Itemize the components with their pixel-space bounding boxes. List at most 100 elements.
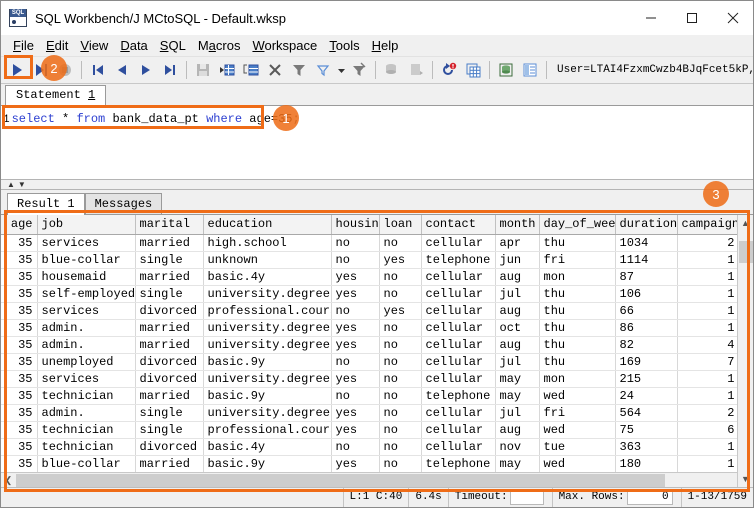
cell-loan[interactable]: no	[379, 353, 422, 371]
cell-marital[interactable]: married	[135, 319, 204, 337]
cell-loan[interactable]: no	[379, 455, 422, 472]
funnel-outline-icon[interactable]	[311, 59, 335, 82]
cell-job[interactable]: admin.	[37, 404, 136, 422]
cell-education[interactable]: high.school	[203, 234, 332, 252]
tab-result-1[interactable]: Result 1	[7, 193, 85, 215]
cell-campaign[interactable]: 1	[677, 302, 737, 320]
cell-age[interactable]: 35	[1, 387, 38, 405]
cell-day_of_week[interactable]: thu	[539, 234, 616, 252]
cell-education[interactable]: professional.course	[203, 302, 332, 320]
cell-day_of_week[interactable]: wed	[539, 421, 616, 439]
cell-contact[interactable]: cellular	[421, 319, 496, 337]
cell-age[interactable]: 35	[1, 234, 38, 252]
sql-editor-line[interactable]: 1 select * from bank_data_pt where age=3…	[3, 112, 300, 126]
table-grid-icon[interactable]	[461, 59, 485, 82]
cell-duration[interactable]: 215	[615, 370, 678, 388]
cell-contact[interactable]: telephone	[421, 455, 496, 472]
reconnect-alert-icon[interactable]	[437, 59, 461, 82]
cell-day_of_week[interactable]: tue	[539, 438, 616, 456]
cell-day_of_week[interactable]: thu	[539, 302, 616, 320]
cell-campaign[interactable]: 1	[677, 251, 737, 269]
cell-loan[interactable]: yes	[379, 302, 422, 320]
cell-campaign[interactable]: 1	[677, 370, 737, 388]
close-icon[interactable]	[712, 1, 753, 35]
cell-loan[interactable]: no	[379, 234, 422, 252]
cell-housing[interactable]: yes	[331, 268, 380, 286]
column-header-day_of_week[interactable]: day_of_week	[539, 215, 616, 235]
cell-age[interactable]: 35	[1, 268, 38, 286]
cell-housing[interactable]: no	[331, 234, 380, 252]
cell-contact[interactable]: telephone	[421, 387, 496, 405]
statement-tab-1[interactable]: Statement 1	[5, 85, 107, 106]
menu-file[interactable]: File	[7, 37, 40, 54]
cell-marital[interactable]: divorced	[135, 353, 204, 371]
cell-age[interactable]: 35	[1, 336, 38, 354]
funnel-clear-icon[interactable]	[347, 59, 371, 82]
cell-housing[interactable]: no	[331, 353, 380, 371]
cell-loan[interactable]: no	[379, 404, 422, 422]
cell-duration[interactable]: 564	[615, 404, 678, 422]
cell-duration[interactable]: 24	[615, 387, 678, 405]
table-row[interactable]: 35 technician single professional.course yes…	[1, 421, 737, 439]
cell-job[interactable]: services	[37, 370, 136, 388]
cell-day_of_week[interactable]: thu	[539, 285, 616, 303]
cell-day_of_week[interactable]: wed	[539, 387, 616, 405]
cell-contact[interactable]: cellular	[421, 370, 496, 388]
cell-education[interactable]: basic.4y	[203, 268, 332, 286]
cell-age[interactable]: 35	[1, 455, 38, 472]
cell-housing[interactable]: yes	[331, 370, 380, 388]
cell-marital[interactable]: married	[135, 268, 204, 286]
execute-statement-button[interactable]	[5, 59, 29, 82]
table-row[interactable]: 35 services divorced university.degree yes no…	[1, 370, 737, 388]
cell-housing[interactable]: yes	[331, 455, 380, 472]
cell-campaign[interactable]: 4	[677, 336, 737, 354]
cell-month[interactable]: apr	[495, 234, 540, 252]
cell-age[interactable]: 35	[1, 404, 38, 422]
cell-day_of_week[interactable]: thu	[539, 336, 616, 354]
table-row[interactable]: 35 housemaid married basic.4y yes no cellular a…	[1, 268, 737, 286]
cell-age[interactable]: 35	[1, 353, 38, 371]
cell-contact[interactable]: cellular	[421, 404, 496, 422]
cell-day_of_week[interactable]: mon	[539, 370, 616, 388]
splitter-down-arrow[interactable]: ▼	[18, 180, 26, 189]
cell-marital[interactable]: divorced	[135, 370, 204, 388]
table-row[interactable]: 35 blue-collar single unknown no yes telephone…	[1, 251, 737, 269]
cell-day_of_week[interactable]: thu	[539, 353, 616, 371]
cell-marital[interactable]: single	[135, 285, 204, 303]
scroll-down-arrow[interactable]: ▼	[738, 471, 754, 487]
cell-job[interactable]: technician	[37, 438, 136, 456]
horizontal-scrollbar[interactable]: ❮	[1, 472, 737, 487]
scroll-left-arrow[interactable]: ❮	[1, 473, 16, 488]
cell-loan[interactable]: no	[379, 370, 422, 388]
table-row[interactable]: 35 technician married basic.9y no no telephone…	[1, 387, 737, 405]
cell-duration[interactable]: 363	[615, 438, 678, 456]
column-header-loan[interactable]: loan	[379, 215, 422, 235]
cell-day_of_week[interactable]: wed	[539, 455, 616, 472]
cell-housing[interactable]: no	[331, 438, 380, 456]
cell-contact[interactable]: cellular	[421, 234, 496, 252]
max-rows-input[interactable]: 0	[626, 490, 673, 505]
insert-row-icon[interactable]	[215, 59, 239, 82]
cell-campaign[interactable]: 2	[677, 234, 737, 252]
cell-age[interactable]: 35	[1, 319, 38, 337]
menu-sql[interactable]: SQL	[154, 37, 192, 54]
cell-duration[interactable]: 66	[615, 302, 678, 320]
column-header-marital[interactable]: marital	[135, 215, 204, 235]
minimize-icon[interactable]	[630, 1, 671, 35]
cell-job[interactable]: blue-collar	[37, 251, 136, 269]
cell-job[interactable]: technician	[37, 421, 136, 439]
cell-duration[interactable]: 87	[615, 268, 678, 286]
cell-loan[interactable]: no	[379, 268, 422, 286]
column-header-age[interactable]: age	[1, 215, 38, 235]
cell-month[interactable]: jul	[495, 353, 540, 371]
cell-duration[interactable]: 1034	[615, 234, 678, 252]
cell-month[interactable]: jul	[495, 285, 540, 303]
vertical-scrollbar[interactable]: ▲ ▼	[737, 215, 753, 487]
cell-job[interactable]: admin.	[37, 319, 136, 337]
cell-education[interactable]: university.degree	[203, 370, 332, 388]
cell-housing[interactable]: no	[331, 302, 380, 320]
cell-loan[interactable]: no	[379, 285, 422, 303]
cell-marital[interactable]: single	[135, 404, 204, 422]
splitter-up-arrow[interactable]: ▲	[7, 180, 15, 189]
cell-contact[interactable]: cellular	[421, 336, 496, 354]
